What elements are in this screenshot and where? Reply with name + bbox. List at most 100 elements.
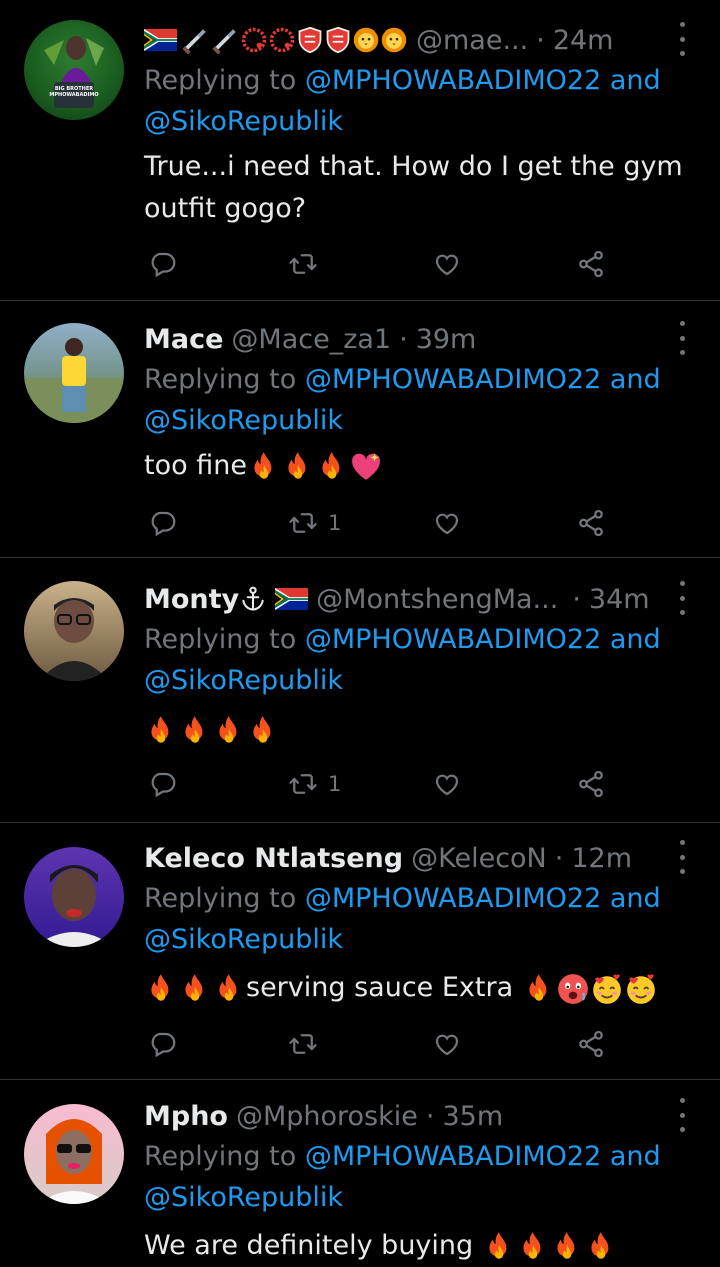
tweet[interactable]: Keleco Ntlatseng @KelecoN · 12m Replying… [0, 823, 720, 1079]
tweet-time[interactable]: 24m [553, 25, 614, 56]
reply-icon [148, 249, 178, 279]
avatar-image [39, 598, 109, 681]
mention-link[interactable]: @SikoRepublik [144, 405, 343, 436]
more-icon[interactable] [672, 840, 692, 874]
avatar[interactable]: BIG BROTHER MPHOWABADIMO [24, 20, 124, 120]
avatar[interactable] [24, 581, 124, 681]
replying-and[interactable]: and [610, 883, 661, 914]
fire-emoji [516, 1230, 550, 1264]
user-handle[interactable]: @KelecoN [411, 843, 547, 874]
shield-emoji [296, 26, 324, 54]
share-icon [576, 1029, 606, 1059]
sparkling-heart-emoji [349, 450, 383, 484]
tweet-time[interactable]: 35m [442, 1101, 503, 1132]
reply-button[interactable] [148, 503, 178, 543]
tweet-time[interactable]: 34m [589, 584, 650, 615]
avatar-image [24, 338, 124, 423]
like-button[interactable] [432, 503, 462, 543]
more-icon[interactable] [672, 1098, 692, 1132]
share-button[interactable] [576, 764, 606, 804]
fire-emoji [178, 714, 212, 748]
mention-link[interactable]: @MPHOWABADIMO22 [305, 883, 601, 914]
like-button[interactable] [432, 764, 462, 804]
tweet[interactable]: BIG BROTHER MPHOWABADIMO @mae... · 24m R… [0, 0, 720, 300]
fire-emoji [482, 1230, 516, 1264]
avatar-image [44, 36, 104, 108]
fire-emoji [144, 972, 178, 1006]
tweet-time[interactable]: 12m [571, 843, 632, 874]
avatar-image [38, 1119, 110, 1204]
replying-and[interactable]: and [610, 1141, 661, 1172]
retweet-icon [288, 769, 318, 799]
display-name[interactable]: Monty [144, 584, 239, 615]
like-icon [432, 769, 462, 799]
flag-za-emoji [275, 587, 308, 611]
shield-emoji [324, 26, 352, 54]
fire-emoji [550, 1230, 584, 1264]
like-button[interactable] [432, 1024, 462, 1064]
display-name[interactable]: Mace [144, 324, 223, 355]
like-button[interactable] [432, 244, 462, 284]
share-button[interactable] [576, 244, 606, 284]
like-icon [432, 508, 462, 538]
mention-link[interactable]: @MPHOWABADIMO22 [305, 65, 601, 96]
user-handle[interactable]: @MontshengMa... [316, 584, 558, 615]
fire-emoji [247, 450, 281, 484]
display-name[interactable]: Mpho [144, 1101, 228, 1132]
retweet-count: 1 [328, 511, 342, 535]
tweet-text-line: outfit gogo? [144, 193, 307, 224]
reply-icon [148, 508, 178, 538]
tweet[interactable]: Mace @Mace_za1 · 39m Replying to @MPHOWA… [0, 301, 720, 557]
retweet-button[interactable]: 1 [288, 503, 341, 543]
smiling-hearts-emoji [590, 972, 624, 1006]
replying-and[interactable]: and [610, 624, 661, 655]
more-icon[interactable] [672, 22, 692, 56]
display-name[interactable]: Keleco Ntlatseng [144, 843, 403, 874]
separator-dot: · [536, 24, 545, 56]
retweet-button[interactable]: 1 [288, 764, 341, 804]
reply-button[interactable] [148, 1024, 178, 1064]
user-handle[interactable]: @Mphoroskie [236, 1101, 418, 1132]
mention-link[interactable]: @SikoRepublik [144, 1182, 343, 1213]
mention-link[interactable]: @SikoRepublik [144, 106, 343, 137]
mention-link[interactable]: @MPHOWABADIMO22 [305, 624, 601, 655]
more-icon[interactable] [672, 321, 692, 355]
separator-dot: · [425, 1100, 435, 1132]
share-button[interactable] [576, 1024, 606, 1064]
lion-emoji [380, 26, 408, 54]
fire-emoji [246, 714, 280, 748]
tweet[interactable]: Monty @MontshengMa... · 34m Replying to … [0, 558, 720, 822]
user-handle[interactable]: @Mace_za1 [231, 324, 391, 355]
tweet-actions: 1 [144, 764, 704, 804]
separator-dot: · [572, 583, 581, 615]
tweet-header: Keleco Ntlatseng @KelecoN · 12m [144, 838, 674, 878]
mention-link[interactable]: @MPHOWABADIMO22 [305, 364, 601, 395]
avatar[interactable] [24, 847, 124, 947]
avatar[interactable] [24, 1104, 124, 1204]
share-button[interactable] [576, 503, 606, 543]
replying-and[interactable]: and [610, 65, 661, 96]
replying-prefix: Replying to [144, 1141, 297, 1172]
tweet-text: We are definitely buying [144, 1225, 704, 1267]
replying-and[interactable]: and [610, 364, 661, 395]
user-handle[interactable]: @mae... [416, 25, 528, 56]
retweet-button[interactable] [288, 1024, 328, 1064]
reply-button[interactable] [148, 764, 178, 804]
replying-to: Replying to @MPHOWABADIMO22 and @SikoRep… [144, 878, 704, 960]
mention-link[interactable]: @SikoRepublik [144, 924, 343, 955]
retweet-icon [288, 1029, 318, 1059]
mention-link[interactable]: @MPHOWABADIMO22 [305, 1141, 601, 1172]
separator-dot: · [554, 842, 564, 874]
avatar-caption: BIG BROTHER MPHOWABADIMO [49, 86, 99, 98]
fire-emoji [315, 450, 349, 484]
tweet[interactable]: Mpho @Mphoroskie · 35m Replying to @MPHO… [0, 1080, 720, 1262]
display-name-emojis [144, 25, 408, 55]
avatar[interactable] [24, 323, 124, 423]
reply-button[interactable] [148, 244, 178, 284]
retweet-button[interactable] [288, 244, 328, 284]
more-icon[interactable] [672, 581, 692, 615]
mention-link[interactable]: @SikoRepublik [144, 665, 343, 696]
tweet-time[interactable]: 39m [416, 324, 477, 355]
anchor-emoji [239, 585, 267, 613]
retweet-icon [288, 508, 318, 538]
